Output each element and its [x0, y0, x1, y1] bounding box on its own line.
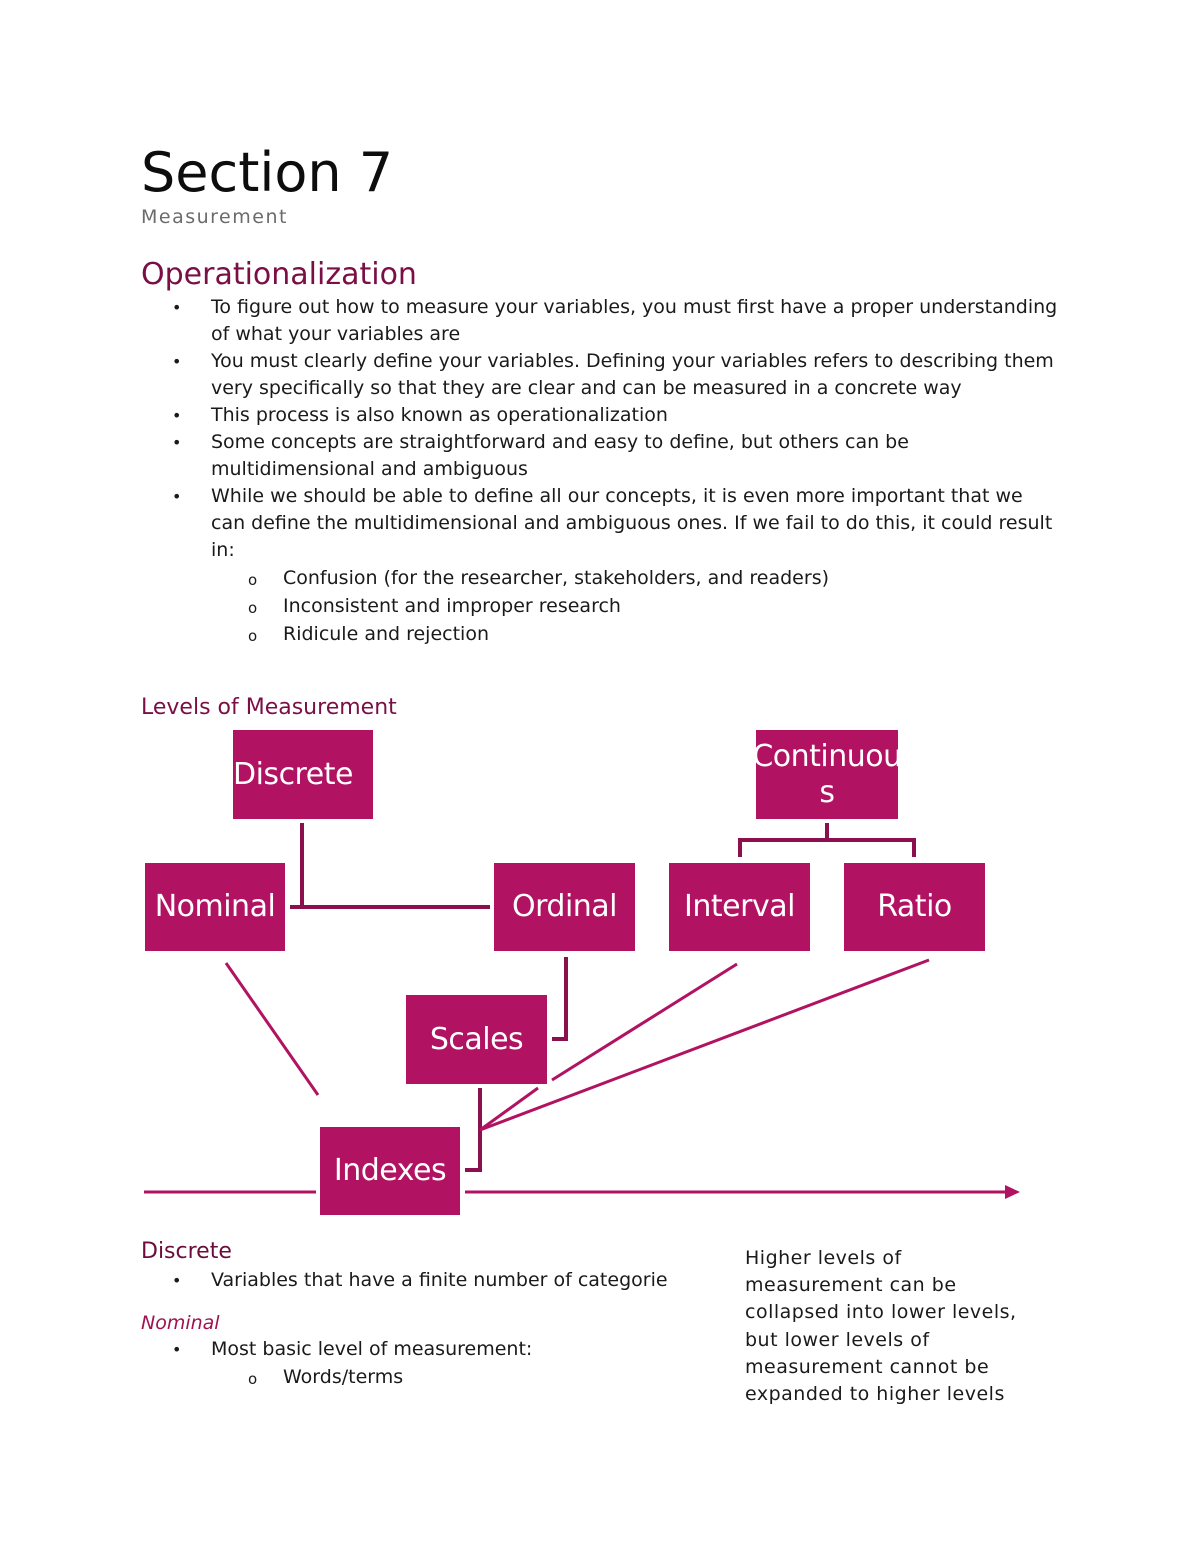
box-indexes: Indexes — [320, 1127, 460, 1215]
box-nominal: Nominal — [145, 863, 285, 951]
box-continuous: Continuou s — [752, 730, 902, 819]
box-ratio: Ratio — [844, 863, 985, 951]
box-discrete: Discrete — [233, 730, 373, 819]
list-item: • Most basic level of measurement: — [141, 1336, 741, 1363]
list-item: • Variables that have a finite number of … — [141, 1267, 741, 1294]
box-interval: Interval — [669, 863, 810, 951]
connector-nominal-indexes — [224, 962, 320, 1096]
connector-interval-indexes-b — [479, 1086, 539, 1132]
heading-discrete: Discrete — [141, 1239, 232, 1264]
heading-nominal: Nominal — [141, 1312, 220, 1334]
bullet-icon: • — [172, 1271, 182, 1290]
discrete-list: • Variables that have a finite number of … — [141, 1267, 741, 1294]
box-scales: Scales — [406, 995, 547, 1084]
sub-list-item: o Words/terms — [141, 1363, 741, 1391]
sub-bullet-icon: o — [248, 1370, 258, 1388]
box-ordinal: Ordinal — [494, 863, 635, 951]
axis-arrow-icon — [1005, 1185, 1020, 1199]
sidenote-text-box: Higher levels of measurement can be coll… — [745, 1247, 1017, 1406]
bullet-icon: • — [172, 1340, 182, 1359]
connector-scales-indexes — [465, 1088, 482, 1172]
connector-ordinal-scales — [552, 957, 568, 1041]
nominal-list: • Most basic level of measurement: o Words… — [141, 1336, 741, 1391]
connector-interval-indexes-a — [551, 962, 738, 1082]
